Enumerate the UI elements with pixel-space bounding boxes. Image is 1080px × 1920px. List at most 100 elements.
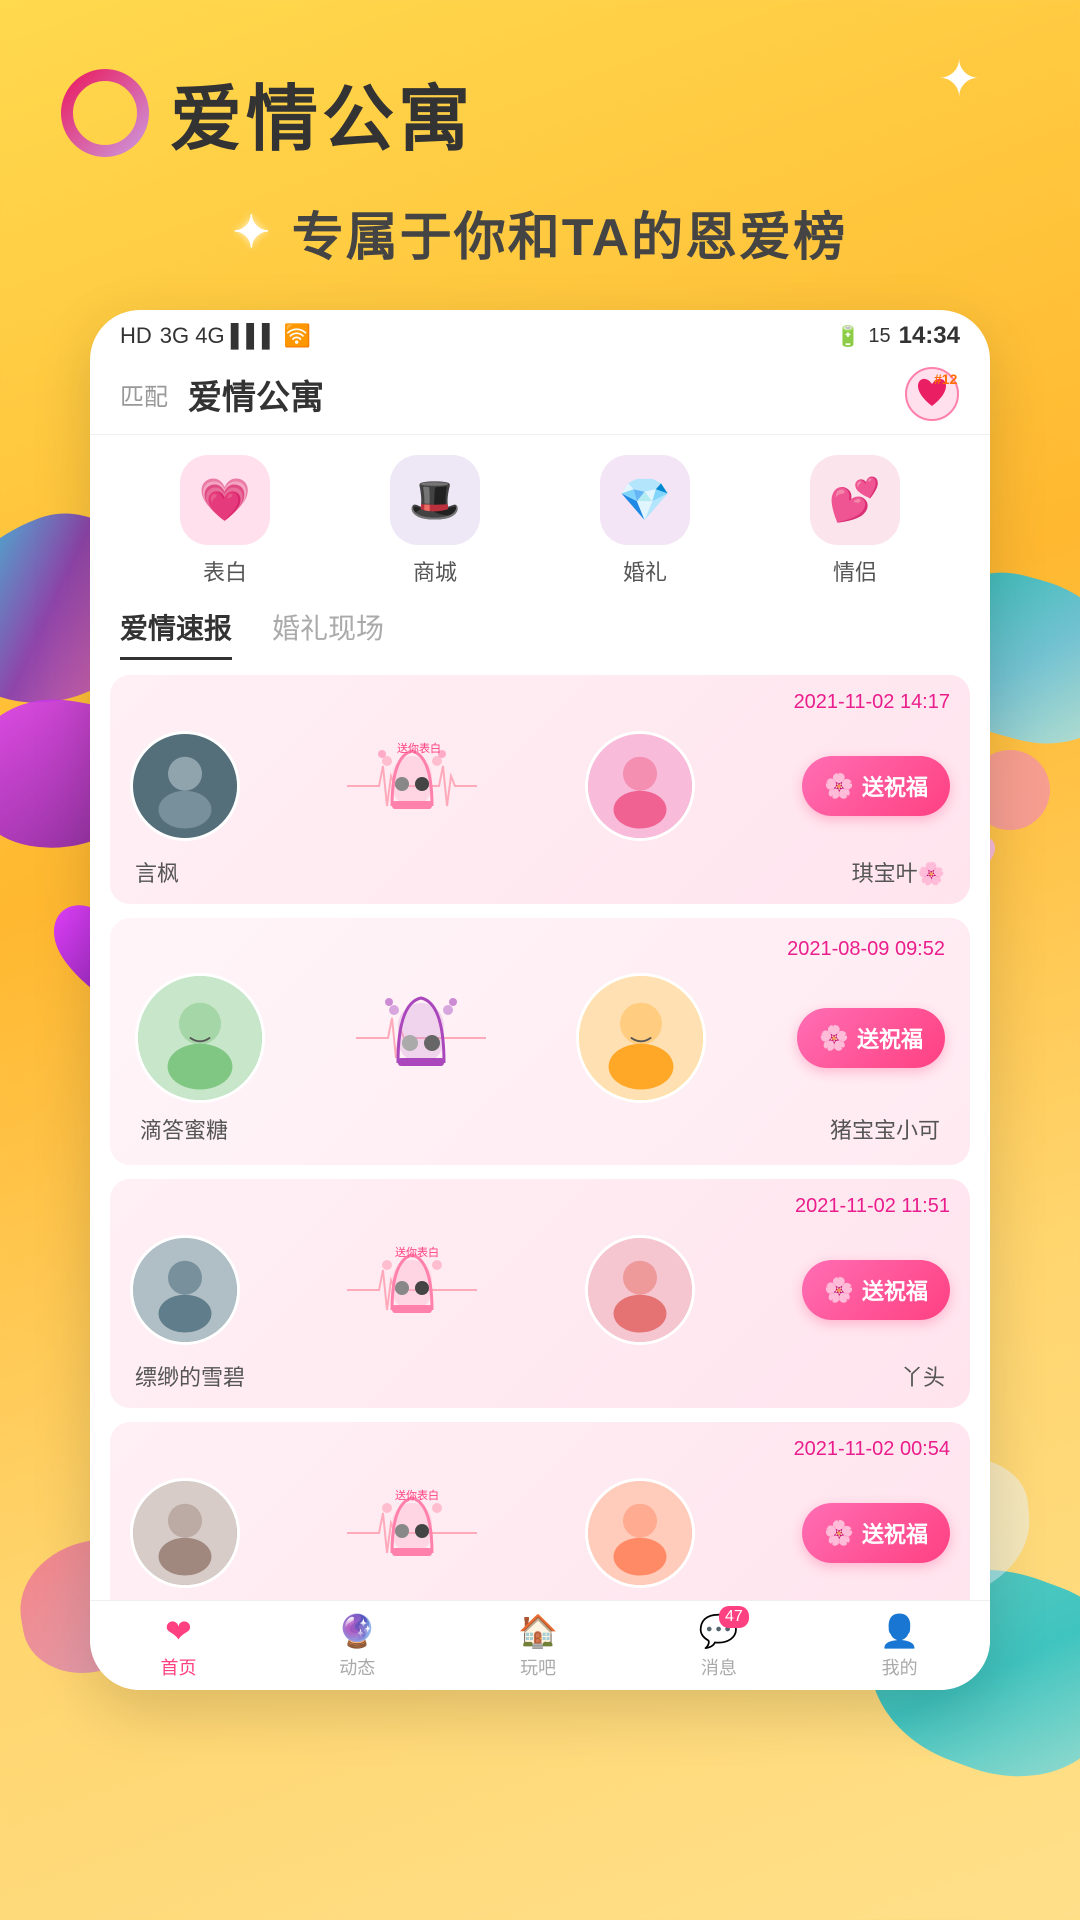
bless-flower-icon-4: 🌸 (824, 1519, 854, 1548)
feed-card-3-names: 缥缈的雪碧 丫头 (130, 1360, 950, 1392)
feed-card-1-bless-button[interactable]: 🌸 送祝福 (802, 756, 950, 816)
quick-actions: 💗 表白 🎩 商城 💎 婚礼 💕 情侣 (90, 435, 990, 597)
hunli-label: 婚礼 (623, 555, 667, 587)
action-qinglv[interactable]: 💕 情侣 (810, 455, 900, 587)
subtitle-area: ✦ 专属于你和TA的恩爱榜 (0, 185, 1080, 300)
home-icon: ❤ (165, 1612, 192, 1650)
battery-level: 15 (868, 325, 890, 348)
feed-card-3: 2021-11-02 11:51 (110, 1179, 970, 1408)
feed-card-4-wedding-scene: 送你表白 (347, 1473, 477, 1593)
feed-card-4-bless-button[interactable]: 🌸 送祝福 (802, 1503, 950, 1563)
play-icon: 🏠 (518, 1612, 558, 1650)
subtitle-text: 专属于你和TA的恩爱榜 (292, 195, 847, 270)
feed-card-1-names: 言枫 琪宝叶🌸 (130, 856, 950, 888)
battery-icon: 🔋 (835, 324, 860, 349)
app-logo-ring (60, 68, 150, 158)
feed-card-4-body: 送你表白 🌸 送祝福 (130, 1473, 950, 1593)
svg-text:#12: #12 (934, 371, 958, 387)
message-label: 消息 (701, 1654, 737, 1680)
bottom-nav-play[interactable]: 🏠 玩吧 (518, 1612, 558, 1680)
feed-card-2-body: 🌸 送祝福 (135, 973, 945, 1103)
bottom-nav-bar: ❤ 首页 🔮 动态 🏠 玩吧 💬 47 消息 👤 我的 (90, 1600, 990, 1690)
dynamic-label: 动态 (339, 1654, 375, 1680)
svg-text:送你表白: 送你表白 (395, 1245, 439, 1259)
bless-label-3: 送祝福 (862, 1274, 928, 1306)
feed-card-2-user1-avatar (135, 973, 265, 1103)
hunli-icon: 💎 (619, 476, 671, 525)
app-title: 爱情公寓 (170, 60, 474, 165)
feed-card-1-user2-name: 琪宝叶🌸 (852, 856, 945, 888)
feed-card-2-bless-button[interactable]: 🌸 送祝福 (797, 1008, 945, 1068)
feed-card-1: 2021-11-02 14:17 (110, 675, 970, 904)
message-badge-wrap: 💬 47 (699, 1612, 739, 1650)
action-shangcheng[interactable]: 🎩 商城 (390, 455, 480, 587)
feed-card-2-names: 滴答蜜糖 猪宝宝小可 (135, 1113, 945, 1145)
feed-card-4-user1-avatar (130, 1478, 240, 1588)
bless-flower-icon-2: 🌸 (819, 1024, 849, 1053)
feed-card-3-bless-button[interactable]: 🌸 送祝福 (802, 1260, 950, 1320)
biaobal-label: 表白 (203, 555, 247, 587)
status-left: HD 3G 4G ▌▌▌ 🛜 (120, 323, 311, 349)
feed-card-2-user2-avatar (576, 973, 706, 1103)
bottom-nav-dynamic[interactable]: 🔮 动态 (337, 1612, 377, 1680)
sparkle-top-icon: ✦ (938, 50, 980, 108)
bless-label-4: 送祝福 (862, 1517, 928, 1549)
biaobal-icon-wrap: 💗 (180, 455, 270, 545)
feed-card-3-user1-avatar (130, 1235, 240, 1345)
feed-card-3-header: 2021-11-02 11:51 (130, 1195, 950, 1218)
feed-card-1-date: 2021-11-02 14:17 (794, 691, 950, 714)
feed-card-3-date: 2021-11-02 11:51 (795, 1195, 950, 1218)
status-bar: HD 3G 4G ▌▌▌ 🛜 🔋 15 14:34 (90, 310, 990, 358)
feed-card-1-user2-avatar (585, 731, 695, 841)
qinglv-icon-wrap: 💕 (810, 455, 900, 545)
feed-card-3-wedding-scene: 送你表白 (347, 1230, 477, 1350)
tab-bar: 爱情速报 婚礼现场 (90, 597, 990, 660)
phone-nav-bar: 匹配 爱情公寓 #12 (90, 358, 990, 435)
feed-card-4-date: 2021-11-02 00:54 (794, 1438, 950, 1461)
feed-card-2-user2-name: 猪宝宝小可 (830, 1113, 940, 1145)
bless-flower-icon-3: 🌸 (824, 1276, 854, 1305)
signal-indicators: 3G 4G ▌▌▌ 🛜 (160, 323, 311, 349)
feed-card-1-user1-name: 言枫 (135, 856, 179, 888)
tab-wedding-live[interactable]: 婚礼现场 (272, 607, 384, 660)
feed-card-3-body: 送你表白 🌸 送祝福 (130, 1230, 950, 1350)
status-time: 14:34 (899, 322, 960, 350)
feed-list: 2021-11-02 14:17 (90, 660, 990, 1666)
shangcheng-label: 商城 (413, 555, 457, 587)
biaobal-icon: 💗 (199, 476, 251, 525)
bless-label-2: 送祝福 (857, 1022, 923, 1054)
qinglv-label: 情侣 (833, 555, 877, 587)
header-area: 爱情公寓 ✦ (0, 0, 1080, 185)
svg-text:送你表白: 送你表白 (395, 1488, 439, 1502)
sparkle-left-icon: ✦ (233, 207, 272, 258)
phone-mockup: HD 3G 4G ▌▌▌ 🛜 🔋 15 14:34 匹配 爱情公寓 #12 💗 … (90, 310, 990, 1690)
feed-card-4-header: 2021-11-02 00:54 (130, 1438, 950, 1461)
action-biaobal[interactable]: 💗 表白 (180, 455, 270, 587)
nav-title: 爱情公寓 (188, 370, 324, 419)
bless-label-1: 送祝福 (862, 770, 928, 802)
home-label: 首页 (160, 1654, 196, 1680)
nav-back-text[interactable]: 匹配 (120, 377, 168, 412)
profile-label: 我的 (882, 1654, 918, 1680)
feed-card-2-user1-name: 滴答蜜糖 (140, 1113, 228, 1145)
bottom-nav-home[interactable]: ❤ 首页 (160, 1612, 196, 1680)
feed-card-1-user1-avatar (130, 731, 240, 841)
shangcheng-icon-wrap: 🎩 (390, 455, 480, 545)
play-label: 玩吧 (520, 1654, 556, 1680)
dynamic-icon: 🔮 (337, 1612, 377, 1650)
feed-card-3-user1-name: 缥缈的雪碧 (135, 1360, 245, 1392)
feed-card-2: 2021-08-09 09:52 (110, 918, 970, 1165)
message-badge-count: 47 (719, 1606, 749, 1628)
hunli-icon-wrap: 💎 (600, 455, 690, 545)
status-right: 🔋 15 14:34 (835, 322, 960, 350)
feed-card-2-date: 2021-08-09 09:52 (787, 938, 945, 961)
feed-card-4-user2-avatar (585, 1478, 695, 1588)
bless-flower-icon-1: 🌸 (824, 772, 854, 801)
bottom-nav-message[interactable]: 💬 47 消息 (699, 1612, 739, 1680)
feed-card-3-user2-name: 丫头 (901, 1360, 945, 1392)
notification-icon[interactable]: #12 (904, 366, 960, 422)
bottom-nav-profile[interactable]: 👤 我的 (880, 1612, 920, 1680)
tab-love-news[interactable]: 爱情速报 (120, 607, 232, 660)
action-hunli[interactable]: 💎 婚礼 (600, 455, 690, 587)
hd-indicator: HD (120, 323, 152, 349)
